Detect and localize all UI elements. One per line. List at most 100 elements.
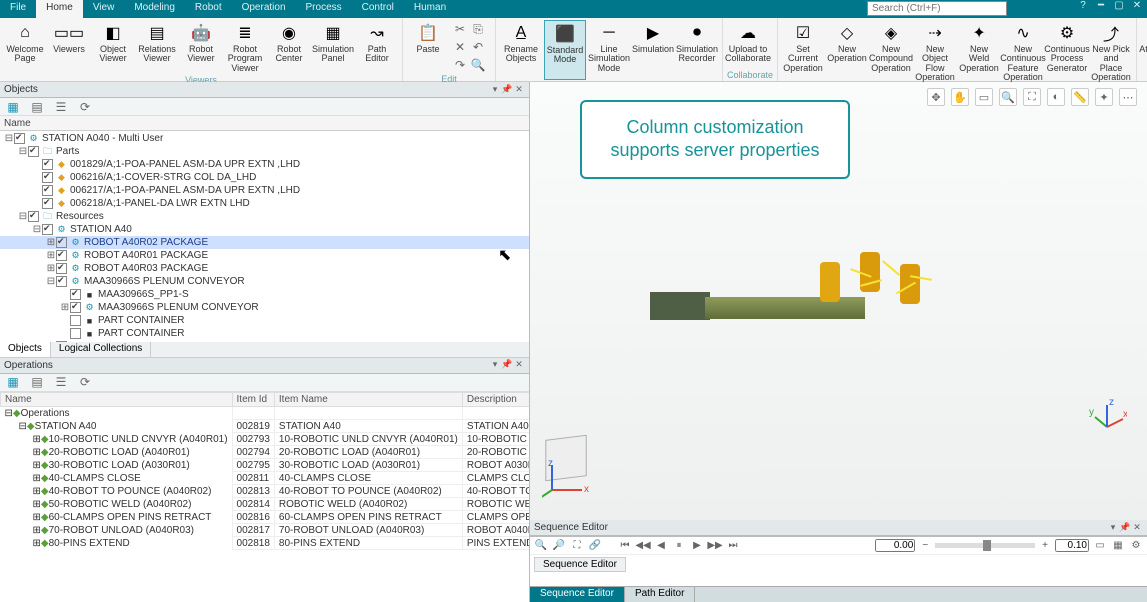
help-icon[interactable]: ? — [1077, 0, 1089, 11]
seq-fit-icon[interactable]: ⛶ — [570, 539, 584, 553]
view-more-icon[interactable]: ⋯ — [1119, 88, 1137, 106]
twisty-icon[interactable]: ⊟ — [18, 146, 28, 157]
col-header[interactable]: Description — [462, 392, 529, 406]
panel-close-icon[interactable]: ✕ — [513, 359, 525, 371]
robot-center[interactable]: ◉RobotCenter — [268, 20, 310, 75]
minimize-icon[interactable]: ━ — [1095, 0, 1107, 11]
viewers[interactable]: ▭▭Viewers — [48, 20, 90, 75]
object-viewer[interactable]: ◧ObjectViewer — [92, 20, 134, 75]
checkbox[interactable] — [70, 302, 81, 313]
table-row[interactable]: ⊟◆Operations — [1, 406, 530, 420]
simulation-panel[interactable]: ▦SimulationPanel — [312, 20, 354, 75]
checkbox[interactable] — [28, 146, 39, 157]
twisty-icon[interactable]: ⊞ — [33, 460, 41, 471]
table-row[interactable]: ⊞◆20-ROBOTIC LOAD (A040R01)00279420-ROBO… — [1, 446, 530, 459]
new-pick-place-op[interactable]: ⤴New Pick andPlace Operation — [1090, 20, 1132, 85]
checkbox[interactable] — [14, 133, 25, 144]
seq-play-icon[interactable]: ▶ — [690, 539, 704, 553]
find-icon[interactable]: 🔍 — [469, 56, 487, 74]
tab-human[interactable]: Human — [404, 0, 456, 18]
col-header[interactable]: Item Id — [232, 392, 274, 406]
tree-row[interactable]: ⊞⚙ROBOT A40R02 PACKAGE — [0, 236, 529, 249]
seq-tab-label[interactable]: Sequence Editor — [534, 557, 626, 572]
seq-zoomout-icon[interactable]: 🔍 — [534, 539, 548, 553]
relations-viewer[interactable]: ▤RelationsViewer — [136, 20, 178, 75]
cut-icon[interactable]: ✂ — [451, 20, 469, 38]
tree-row[interactable]: ◆006216/A;1-COVER-STRG COL DA_LHD — [0, 171, 529, 184]
checkbox[interactable] — [42, 172, 53, 183]
twisty-icon[interactable]: ⊟ — [18, 211, 28, 222]
tree-collapse-icon[interactable]: ▤ — [28, 373, 46, 391]
del-icon[interactable]: ✕ — [451, 38, 469, 56]
twisty-icon[interactable]: ⊞ — [33, 499, 41, 510]
twisty-icon[interactable]: ⊞ — [46, 250, 56, 261]
path-editor[interactable]: ↝PathEditor — [356, 20, 398, 75]
line-sim-mode[interactable]: ─Line SimulationMode — [588, 20, 630, 80]
checkbox[interactable] — [70, 328, 81, 339]
checkbox[interactable] — [56, 263, 67, 274]
seq-stepback-icon[interactable]: ◀ — [654, 539, 668, 553]
table-row[interactable]: ⊞◆60-CLAMPS OPEN PINS RETRACT00281660-CL… — [1, 511, 530, 524]
seq-first-icon[interactable]: ⏮ — [618, 539, 632, 553]
view-pan-icon[interactable]: ✋ — [951, 88, 969, 106]
tree-row[interactable]: ■PART CONTAINER — [0, 327, 529, 340]
standard-mode[interactable]: ⬛StandardMode — [544, 20, 586, 80]
twisty-icon[interactable]: ⊞ — [33, 512, 41, 523]
checkbox[interactable] — [56, 276, 67, 287]
seq-zoomin-icon[interactable]: 🔎 — [552, 539, 566, 553]
tab-sequence-editor[interactable]: Sequence Editor — [530, 587, 625, 602]
tree-row[interactable]: ⊟🗀Resources — [0, 210, 529, 223]
upload-collab[interactable]: ☁Upload toCollaborate — [727, 20, 769, 70]
paste[interactable]: 📋Paste — [407, 20, 449, 74]
seq-link-icon[interactable]: 🔗 — [588, 539, 602, 553]
twisty-icon[interactable]: ⊞ — [33, 486, 41, 497]
twisty-icon[interactable]: ⊟ — [46, 276, 56, 287]
checkbox[interactable] — [42, 159, 53, 170]
view-fit-icon[interactable]: ⛶ — [1023, 88, 1041, 106]
twisty-icon[interactable]: ⊟ — [4, 133, 14, 144]
tree-row[interactable]: ◆001829/A;1-POA-PANEL ASM-DA UPR EXTN ,L… — [0, 158, 529, 171]
tree-expand-icon[interactable]: ▦ — [4, 373, 22, 391]
table-row[interactable]: ⊟◆STATION A40002819STATION A40STATION A4… — [1, 420, 530, 433]
copy-icon[interactable]: ⎘ — [469, 20, 487, 38]
view-select-icon[interactable]: ▭ — [975, 88, 993, 106]
panel-dropdown-icon[interactable]: ▾ — [489, 84, 501, 96]
tab-robot[interactable]: Robot — [185, 0, 232, 18]
tree-row[interactable]: ◆006218/A;1-PANEL-DA LWR EXTN LHD — [0, 197, 529, 210]
tab-logical-collections[interactable]: Logical Collections — [51, 342, 151, 357]
tab-objects[interactable]: Objects — [0, 342, 51, 357]
panel-pin-icon[interactable]: 📌 — [501, 84, 513, 96]
col-header[interactable]: Name — [1, 392, 233, 406]
tree-row[interactable]: ■PART CONTAINER — [0, 314, 529, 327]
tree-row[interactable]: ■MAA30966S_PP1-S — [0, 288, 529, 301]
checkbox[interactable] — [28, 211, 39, 222]
redo-icon[interactable]: ↷ — [451, 56, 469, 74]
table-row[interactable]: ⊞◆70-ROBOT UNLOAD (A040R03)00281770-ROBO… — [1, 524, 530, 537]
twisty-icon[interactable]: ⊞ — [33, 525, 41, 536]
seq-prev-icon[interactable]: ◀◀ — [636, 539, 650, 553]
seq-opt3-icon[interactable]: ⚙ — [1129, 539, 1143, 553]
new-operation[interactable]: ◇NewOperation — [826, 20, 868, 85]
robot-program-viewer[interactable]: ≣Robot ProgramViewer — [224, 20, 266, 75]
twisty-icon[interactable]: ⊞ — [33, 538, 41, 549]
tree-row[interactable]: ⊟⚙MAA30966S PLENUM CONVEYOR — [0, 275, 529, 288]
simulation-recorder[interactable]: ⏺SimulationRecorder — [676, 20, 718, 80]
panel-close-icon[interactable]: ✕ — [513, 84, 525, 96]
checkbox[interactable] — [70, 289, 81, 300]
checkbox[interactable] — [70, 315, 81, 326]
table-row[interactable]: ⊞◆80-PINS EXTEND00281880-PINS EXTENDPINS… — [1, 537, 530, 550]
twisty-icon[interactable]: ⊟ — [5, 408, 13, 419]
twisty-icon[interactable]: ⊞ — [46, 237, 56, 248]
new-weld-op[interactable]: ✦New WeldOperation — [958, 20, 1000, 85]
twisty-icon[interactable]: ⊞ — [46, 263, 56, 274]
tree-row[interactable]: ⊟⚙STATION A40 — [0, 223, 529, 236]
seq-pause-icon[interactable]: ⏸ — [672, 539, 686, 553]
checkbox[interactable] — [42, 185, 53, 196]
checkbox[interactable] — [56, 341, 67, 342]
table-row[interactable]: ⊞◆30-ROBOTIC LOAD (A030R01)00279530-ROBO… — [1, 459, 530, 472]
table-row[interactable]: ⊞◆40-ROBOT TO POUNCE (A040R02)00281340-R… — [1, 485, 530, 498]
tree-row[interactable]: ⊞⚙ROBOT A40R01 PACKAGE — [0, 249, 529, 262]
tree-row[interactable]: ◆006217/A;1-POA-PANEL ASM-DA UPR EXTN ,L… — [0, 184, 529, 197]
panel-dropdown-icon[interactable]: ▾ — [489, 359, 501, 371]
tab-operation[interactable]: Operation — [232, 0, 296, 18]
